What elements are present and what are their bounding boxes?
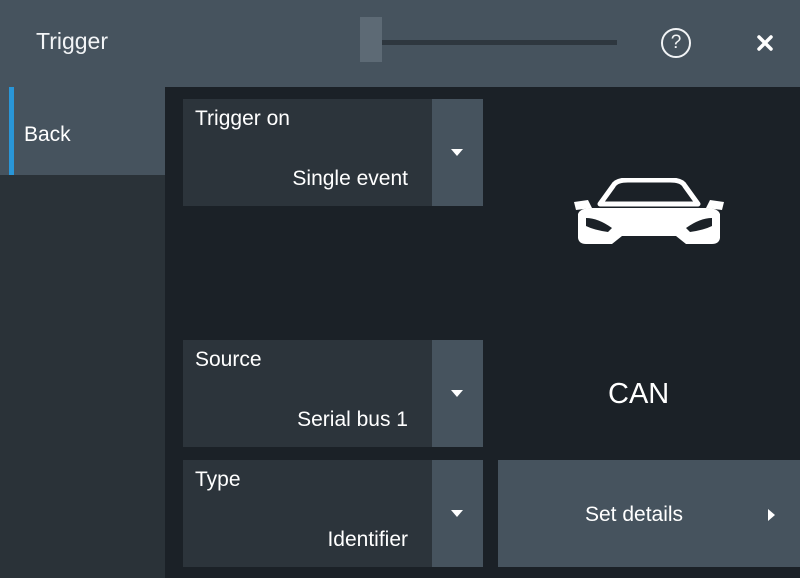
source-value: Serial bus 1 xyxy=(297,408,408,431)
trigger-on-dropdown-button[interactable] xyxy=(432,99,483,206)
back-label: Back xyxy=(24,123,71,146)
sidebar: Back xyxy=(0,87,170,578)
scroll-thumb[interactable] xyxy=(360,17,382,62)
sidebar-divider xyxy=(165,87,170,578)
source-select[interactable]: Source Serial bus 1 xyxy=(183,340,483,447)
dropdown-arrow-icon xyxy=(451,510,463,517)
type-value: Identifier xyxy=(327,528,408,551)
back-button[interactable]: Back xyxy=(0,87,166,175)
trigger-on-select[interactable]: Trigger on Single event xyxy=(183,99,483,206)
dropdown-arrow-icon xyxy=(451,149,463,156)
type-select[interactable]: Type Identifier xyxy=(183,460,483,567)
type-dropdown-button[interactable] xyxy=(432,460,483,567)
source-label: Source xyxy=(195,348,262,371)
car-icon xyxy=(574,178,724,244)
chevron-right-icon xyxy=(768,509,775,521)
scroll-track[interactable] xyxy=(380,40,617,45)
protocol-label: CAN xyxy=(608,378,670,410)
source-dropdown-button[interactable] xyxy=(432,340,483,447)
dropdown-arrow-icon xyxy=(451,390,463,397)
trigger-on-label: Trigger on xyxy=(195,107,290,130)
set-details-button[interactable]: Set details xyxy=(498,460,800,567)
close-icon[interactable] xyxy=(750,25,780,59)
set-details-label: Set details xyxy=(585,503,684,526)
title-bar: Trigger ? xyxy=(0,0,800,87)
dialog-title: Trigger xyxy=(36,28,108,54)
back-accent-bar xyxy=(9,87,14,175)
trigger-on-value: Single event xyxy=(292,167,408,190)
type-label: Type xyxy=(195,468,241,491)
help-icon[interactable]: ? xyxy=(661,28,691,58)
